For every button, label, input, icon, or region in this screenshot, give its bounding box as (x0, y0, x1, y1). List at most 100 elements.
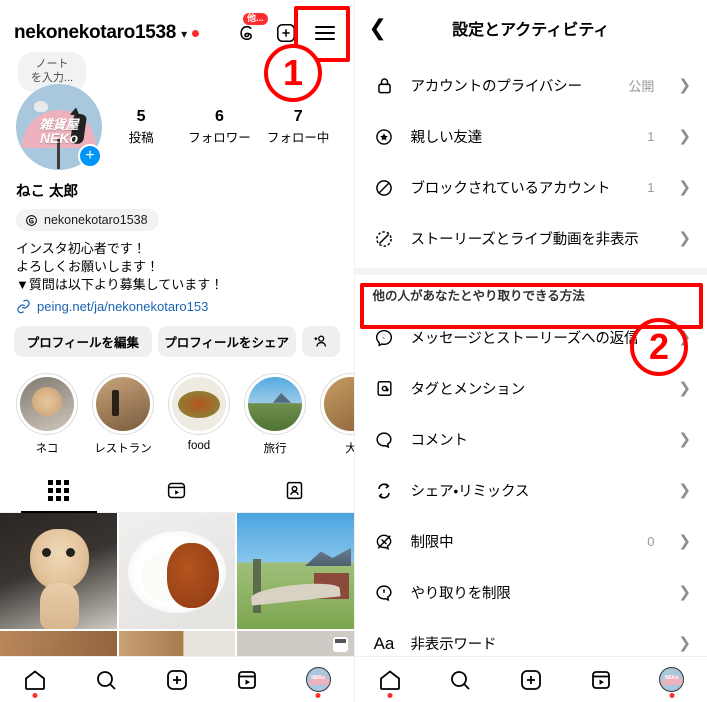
add-person-icon (314, 335, 327, 347)
tab-grid[interactable] (0, 470, 118, 513)
highlight-label: レストラン (94, 442, 152, 455)
restricted-icon (373, 532, 396, 552)
threads-handle-label: nekonekotaro1538 (44, 213, 148, 227)
profile-link-row[interactable]: peing.net/ja/nekonekotaro153 (0, 295, 354, 314)
stat-label: 投稿 (128, 131, 154, 145)
menu-button[interactable] (312, 20, 338, 46)
settings-row-label: 非表示ワード (410, 637, 497, 653)
grid-icon (48, 480, 70, 502)
reels-icon (168, 483, 186, 499)
profile-pane: nekonekotaro1538 ▾ 他... ノート を入力... 雑貨屋 N… (0, 0, 354, 702)
threads-button[interactable]: 他... (234, 13, 268, 46)
settings-row-label: ストーリーズとライブ動画を非表示 (410, 232, 639, 248)
profile-action-buttons: プロフィールを編集 プロフィールをシェア (0, 314, 354, 357)
nav-create[interactable] (511, 662, 551, 698)
nav-home[interactable] (15, 662, 55, 698)
nav-dot (315, 692, 321, 698)
grid-item[interactable] (237, 512, 354, 630)
chevron-right-icon: ❯ (678, 77, 691, 94)
chevron-down-icon: ▾ (181, 27, 188, 41)
highlight-item[interactable]: レストラン (92, 372, 154, 456)
highlight-item[interactable]: 旅行 (244, 372, 306, 456)
bottom-nav-right: NEKo (354, 656, 707, 702)
threads-handle-chip[interactable]: nekonekotaro1538 (16, 209, 159, 231)
tagged-icon (286, 482, 303, 500)
settings-header: ❮ 設定とアクティビティ (355, 0, 707, 56)
settings-row-value: 1 (647, 180, 655, 195)
stat-value: 7 (293, 108, 303, 125)
settings-row-account-privacy[interactable]: アカウントのプライバシー 公開 ❯ (355, 60, 707, 111)
nav-reels[interactable] (581, 662, 621, 698)
chevron-right-icon: ❯ (678, 584, 691, 601)
chevron-right-icon: ❯ (678, 128, 691, 145)
stat-following[interactable]: 7 フォロー中 (267, 108, 330, 146)
settings-row-blocked-accounts[interactable]: ブロックされているアカウント 1 ❯ (355, 162, 707, 213)
tab-reels[interactable] (118, 470, 236, 512)
highlight-item[interactable]: food (168, 372, 230, 456)
chevron-right-icon: ❯ (678, 380, 691, 397)
nav-home[interactable] (370, 662, 410, 698)
profile-fullname: ねこ 太郎 (16, 184, 79, 200)
stat-value: 5 (136, 108, 146, 125)
add-story-button[interactable]: + (78, 144, 102, 168)
share-profile-button[interactable]: プロフィールをシェア (157, 325, 296, 357)
settings-row-label: コメント (410, 433, 468, 449)
stat-value: 6 (215, 108, 224, 125)
bottom-nav-left: NEKo (0, 656, 354, 702)
settings-row-label: アカウントのプライバシー (410, 79, 583, 95)
back-chevron-icon[interactable]: ❮ (369, 17, 387, 39)
grid-item[interactable] (0, 512, 117, 630)
nav-create[interactable] (157, 662, 197, 698)
nav-reels[interactable] (227, 662, 267, 698)
settings-row-close-friends[interactable]: 親しい友達 1 ❯ (355, 111, 707, 162)
nav-search[interactable] (440, 662, 480, 698)
block-icon (373, 178, 396, 198)
threads-icon (26, 214, 37, 226)
settings-row-hide-story[interactable]: ストーリーズとライブ動画を非表示 ❯ (355, 213, 707, 264)
highlight-label: 旅行 (263, 442, 287, 455)
highlight-item[interactable]: ネコ (16, 372, 78, 456)
nav-search[interactable] (86, 662, 126, 698)
chevron-right-icon: ❯ (678, 635, 691, 652)
reels-icon (592, 670, 611, 689)
settings-row-label: メッセージとストーリーズへの返信 (410, 331, 639, 347)
chevron-right-icon: ❯ (678, 533, 691, 550)
stat-label: フォロワー (188, 131, 251, 145)
profile-link-label: peing.net/ja/nekonekotaro153 (37, 298, 209, 314)
create-post-button[interactable] (273, 20, 299, 46)
chevron-right-icon: ❯ (678, 431, 691, 448)
nav-dot (387, 692, 393, 698)
avatar-wrap[interactable]: 雑貨屋 NEKo + (16, 84, 102, 170)
annotation-marker-1: 1 (264, 44, 322, 102)
stat-followers[interactable]: 6 フォロワー (188, 108, 251, 146)
tab-tagged[interactable] (236, 470, 354, 512)
hide-story-icon (373, 229, 396, 249)
nav-profile[interactable]: NEKo (298, 662, 338, 698)
settings-row-restricted[interactable]: 制限中 0 ❯ (355, 516, 707, 567)
nav-profile[interactable]: NEKo (652, 662, 692, 698)
edit-profile-button[interactable]: プロフィールを編集 (14, 325, 152, 357)
app-screenshot: nekonekotaro1538 ▾ 他... ノート を入力... 雑貨屋 N… (0, 0, 707, 702)
username-switcher[interactable]: nekonekotaro1538 ▾ (14, 22, 200, 44)
username-label: nekonekotaro1538 (14, 22, 177, 43)
reels-icon (238, 670, 257, 689)
annotation-marker-2: 2 (630, 318, 688, 376)
settings-row-label: 制限中 (410, 535, 454, 551)
profile-avatar: NEKo (305, 667, 331, 692)
threads-badge: 他... (242, 13, 268, 25)
settings-row-limit-interactions[interactable]: やり取りを制限 ❯ (355, 567, 707, 618)
settings-row-label: ブロックされているアカウント (410, 181, 611, 197)
highlight-label: 大 (345, 442, 354, 455)
settings-row-share-remix[interactable]: シェア・リミックス ❯ (355, 465, 707, 516)
highlight-item[interactable]: 大 (320, 372, 354, 456)
settings-row-comments[interactable]: コメント ❯ (355, 414, 707, 465)
home-icon (379, 669, 400, 690)
add-person-button[interactable] (301, 325, 340, 357)
settings-section-title: 他の人があなたとやり取りできる方法 (372, 289, 585, 303)
messenger-icon (373, 328, 396, 348)
stat-posts[interactable]: 5 投稿 (110, 108, 172, 146)
unread-dot (192, 29, 200, 37)
section-divider (354, 268, 707, 275)
grid-item[interactable] (118, 512, 235, 630)
profile-bio: インスタ初心者です！ よろしくお願いします！ ▼質問は以下より募集しています！ (0, 232, 354, 295)
